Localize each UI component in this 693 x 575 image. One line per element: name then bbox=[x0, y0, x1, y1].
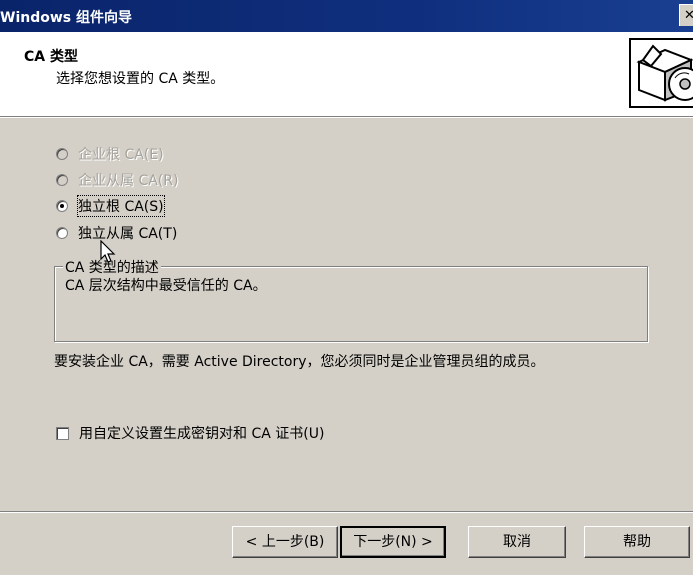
custom-keys-checkbox[interactable] bbox=[56, 426, 69, 440]
radio-button bbox=[56, 174, 68, 186]
custom-keys-checkbox-row[interactable]: 用自定义设置生成密钥对和 CA 证书(U) bbox=[56, 423, 324, 443]
radio-label: 企业根 CA(E) bbox=[78, 147, 164, 163]
radio-enterprise-root: 企业根 CA(E) bbox=[56, 144, 164, 164]
custom-keys-label[interactable]: 用自定义设置生成密钥对和 CA 证书(U) bbox=[79, 423, 324, 443]
radio-label[interactable]: 独立从属 CA(T) bbox=[78, 223, 177, 243]
ca-description-group: CA 类型的描述 CA 层次结构中最受信任的 CA。 bbox=[54, 257, 648, 342]
page-subtitle: 选择您想设置的 CA 类型。 bbox=[56, 71, 225, 87]
button-separator bbox=[0, 511, 693, 513]
radio-standalone-root[interactable]: 独立根 CA(S) bbox=[56, 195, 165, 217]
page-title: CA 类型 bbox=[24, 49, 78, 65]
radio-label[interactable]: 独立根 CA(S) bbox=[77, 195, 165, 217]
next-button[interactable]: 下一步(N) > bbox=[340, 526, 446, 558]
radio-button[interactable] bbox=[56, 227, 68, 239]
wizard-header: CA 类型 选择您想设置的 CA 类型。 bbox=[0, 32, 693, 117]
close-icon: ✕ bbox=[684, 8, 693, 23]
cancel-button[interactable]: 取消 bbox=[468, 526, 566, 558]
radio-standalone-subordinate[interactable]: 独立从属 CA(T) bbox=[56, 223, 177, 243]
ca-description-text: CA 层次结构中最受信任的 CA。 bbox=[65, 278, 267, 294]
radio-button[interactable] bbox=[56, 200, 68, 212]
wizard-box-cd-icon bbox=[629, 38, 693, 108]
enterprise-ca-note: 要安装企业 CA，需要 Active Directory，您必须同时是企业管理员… bbox=[54, 354, 545, 370]
title-bar: Windows 组件向导 ✕ bbox=[0, 0, 693, 32]
radio-label: 企业从属 CA(R) bbox=[78, 173, 179, 189]
mouse-pointer-icon bbox=[100, 239, 116, 268]
radio-button bbox=[56, 148, 68, 160]
back-button[interactable]: < 上一步(B) bbox=[232, 526, 338, 558]
close-button[interactable]: ✕ bbox=[679, 4, 693, 26]
window-title: Windows 组件向导 bbox=[0, 10, 132, 26]
radio-enterprise-subordinate: 企业从属 CA(R) bbox=[56, 170, 178, 190]
help-button[interactable]: 帮助 bbox=[584, 526, 690, 558]
